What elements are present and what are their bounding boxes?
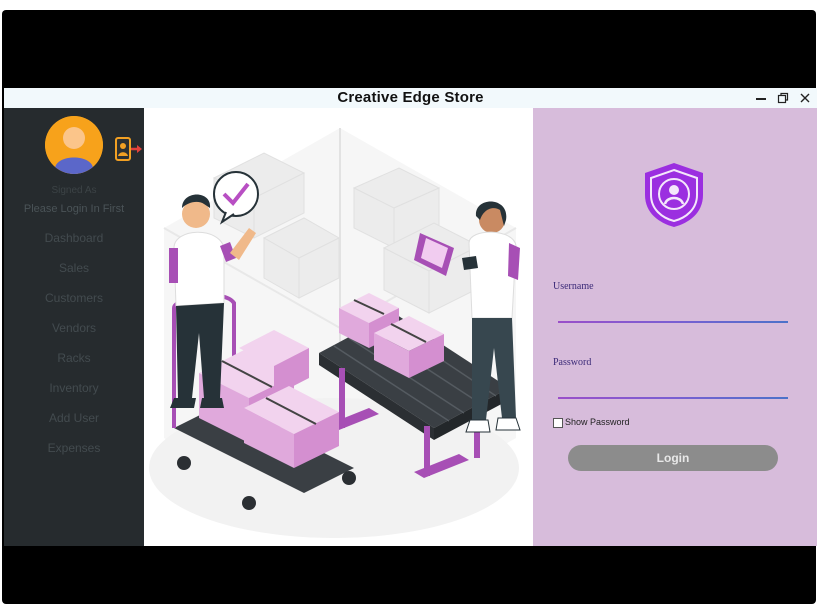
sidebar-item-sales[interactable]: Sales: [4, 259, 144, 289]
close-button[interactable]: [794, 89, 816, 107]
logout-icon: [115, 137, 142, 161]
avatar: [45, 116, 103, 174]
show-password-checkbox[interactable]: [553, 418, 563, 428]
sidebar-item-inventory[interactable]: Inventory: [4, 379, 144, 409]
shield-user-icon: [645, 163, 703, 227]
sidebar-item-dashboard[interactable]: Dashboard: [4, 229, 144, 259]
signed-as-label: Signed As: [51, 185, 97, 196]
username-label: Username: [553, 281, 594, 292]
window-title: Creative Edge Store: [337, 89, 484, 106]
sidebar-item-add-user[interactable]: Add User: [4, 409, 144, 439]
warehouse-illustration: [144, 108, 533, 546]
sidebar: Signed As Please Login In First Dashboar…: [4, 108, 144, 546]
password-underline: [558, 397, 788, 399]
sidebar-item-expenses[interactable]: Expenses: [4, 439, 144, 469]
login-panel: Username Password Show Password Login: [533, 108, 817, 546]
login-button[interactable]: Login: [568, 445, 778, 471]
restore-icon: [777, 92, 789, 104]
sidebar-nav: Dashboard Sales Customers Vendors Racks …: [4, 229, 144, 469]
close-icon: [800, 93, 810, 103]
app-window: Creative Edge Store Signed As Please Log…: [4, 88, 817, 546]
minimize-button[interactable]: [750, 89, 772, 107]
show-password-label[interactable]: Show Password: [565, 417, 630, 427]
user-avatar-icon: [45, 116, 103, 174]
username-underline: [558, 321, 788, 323]
sidebar-item-customers[interactable]: Customers: [4, 289, 144, 319]
password-label: Password: [553, 357, 592, 368]
signed-in-user-name: Please Login In First: [23, 203, 125, 215]
minimize-icon: [756, 98, 766, 100]
title-bar: Creative Edge Store: [4, 88, 817, 109]
sidebar-item-vendors[interactable]: Vendors: [4, 319, 144, 349]
sidebar-item-racks[interactable]: Racks: [4, 349, 144, 379]
warehouse-illustration-graphic: [149, 128, 521, 538]
logout-button[interactable]: [114, 136, 144, 162]
username-input[interactable]: [558, 301, 792, 321]
restore-button[interactable]: [772, 89, 794, 107]
password-input[interactable]: [558, 377, 792, 397]
